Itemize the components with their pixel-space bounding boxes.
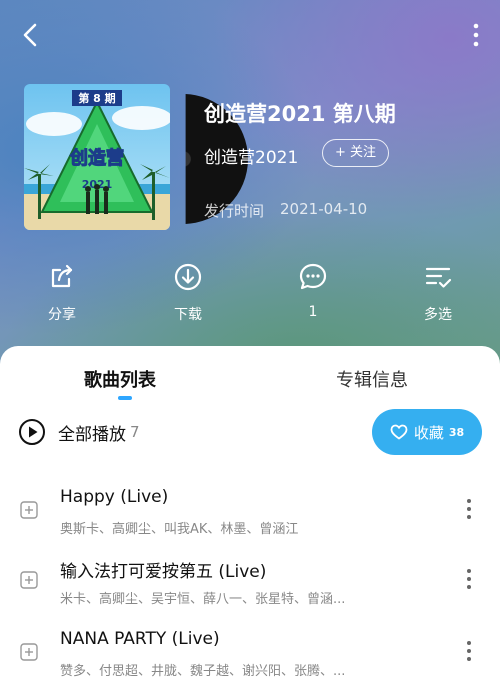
song-artists: 米卡、高卿尘、吴宇恒、薛八一、张星特、曾涵... bbox=[60, 592, 346, 607]
comment-icon bbox=[299, 263, 327, 290]
album-header: 第 8 期 创造营 2021 创造营2021 第八期 创造营2021 + 关注 … bbox=[0, 0, 500, 380]
tab-song-list[interactable]: 歌曲列表 bbox=[84, 366, 156, 392]
top-bar bbox=[0, 0, 500, 70]
play-all-button[interactable]: 全部播放 7 bbox=[18, 418, 140, 446]
back-icon[interactable] bbox=[16, 20, 46, 50]
follow-button[interactable]: + 关注 bbox=[322, 139, 390, 167]
cover-logo-text: 创造营 bbox=[69, 147, 124, 169]
release-date: 2021-04-10 bbox=[280, 200, 368, 218]
collect-button[interactable]: 收藏 38 bbox=[372, 409, 482, 455]
song-more-icon[interactable] bbox=[462, 567, 476, 591]
collect-label: 收藏 bbox=[413, 423, 444, 442]
share-label: 分享 bbox=[48, 307, 76, 323]
song-more-icon[interactable] bbox=[462, 497, 476, 521]
multi-select-icon bbox=[425, 267, 452, 288]
heart-icon bbox=[390, 424, 408, 440]
add-song-icon[interactable] bbox=[20, 501, 38, 519]
download-label: 下载 bbox=[174, 307, 202, 323]
share-button[interactable]: 分享 bbox=[22, 262, 102, 324]
song-row[interactable]: 输入法打可爱按第五 (Live) 米卡、高卿尘、吴宇恒、薛八一、张星特、曾涵..… bbox=[0, 551, 500, 621]
play-all-label: 全部播放 bbox=[58, 424, 126, 445]
song-artists: 奥斯卡、高卿尘、叫我AK、林墨、曾涵江 bbox=[60, 522, 299, 537]
song-artists: 赞多、付思超、井胧、魏子越、谢兴阳、张腾、... bbox=[60, 664, 346, 679]
play-all-count: 7 bbox=[130, 423, 140, 441]
more-options-icon[interactable] bbox=[466, 22, 486, 48]
action-bar: 分享 下载 1 多选 bbox=[0, 262, 500, 332]
song-title: NANA PARTY (Live) bbox=[60, 629, 220, 649]
song-more-icon[interactable] bbox=[462, 639, 476, 663]
album-title: 创造营2021 第八期 bbox=[204, 102, 396, 126]
release-label: 发行时间 bbox=[204, 202, 265, 220]
tab-album-info[interactable]: 专辑信息 bbox=[336, 366, 408, 392]
comment-button[interactable]: 1 bbox=[273, 262, 353, 320]
song-title: Happy (Live) bbox=[60, 487, 169, 507]
multi-select-button[interactable]: 多选 bbox=[398, 262, 478, 324]
cover-issue-text: 第 8 期 bbox=[78, 91, 115, 105]
download-button[interactable]: 下载 bbox=[148, 262, 228, 324]
download-icon bbox=[174, 263, 202, 291]
add-song-icon[interactable] bbox=[20, 643, 38, 661]
artist-name[interactable]: 创造营2021 bbox=[204, 143, 298, 168]
album-cover[interactable]: 第 8 期 创造营 2021 bbox=[24, 84, 170, 230]
song-row[interactable]: Happy (Live) 奥斯卡、高卿尘、叫我AK、林墨、曾涵江 bbox=[0, 481, 500, 551]
song-title: 输入法打可爱按第五 (Live) bbox=[60, 562, 267, 582]
release-info: 发行时间 2021-04-10 bbox=[204, 200, 367, 221]
add-song-icon[interactable] bbox=[20, 571, 38, 589]
song-row[interactable]: NANA PARTY (Live) 赞多、付思超、井胧、魏子越、谢兴阳、张腾、.… bbox=[0, 623, 500, 693]
content-panel: 歌曲列表 专辑信息 全部播放 7 收藏 38 Happy (Live) 奥斯卡、… bbox=[0, 346, 500, 693]
tab-indicator bbox=[118, 396, 132, 400]
multi-select-label: 多选 bbox=[424, 307, 452, 323]
collect-count: 38 bbox=[448, 425, 465, 439]
play-circle-icon bbox=[19, 419, 45, 445]
share-icon bbox=[51, 264, 73, 288]
comment-count: 1 bbox=[308, 304, 318, 320]
